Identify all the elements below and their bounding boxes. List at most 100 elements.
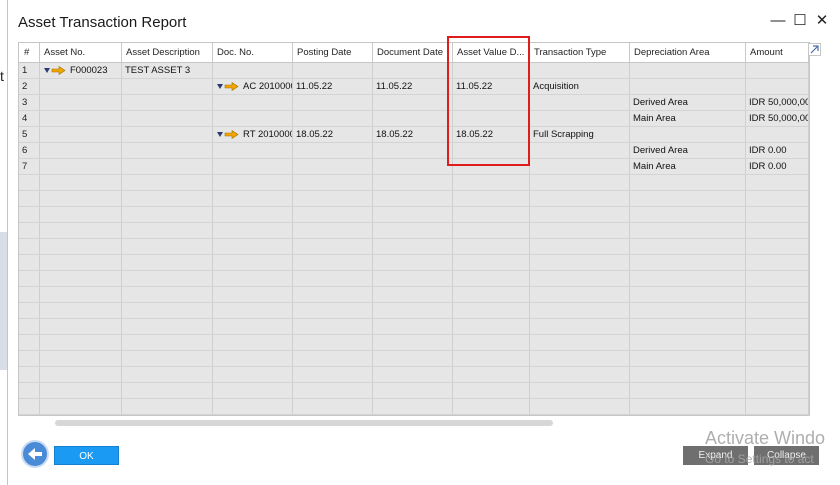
link-arrow-icon[interactable] <box>217 81 239 91</box>
cell-document-date[interactable]: 18.05.22 <box>373 127 453 142</box>
cell-asset-value-date[interactable] <box>453 287 530 302</box>
cell-depreciation-area[interactable] <box>630 367 746 382</box>
cell-amount[interactable] <box>746 367 809 382</box>
cell-asset-desc[interactable] <box>122 287 213 302</box>
table-row[interactable] <box>19 351 809 367</box>
cell-asset-desc[interactable] <box>122 159 213 174</box>
cell-asset-desc[interactable] <box>122 95 213 110</box>
cell-doc-no[interactable] <box>213 287 293 302</box>
cell-asset-desc[interactable] <box>122 79 213 94</box>
cell-amount[interactable] <box>746 223 809 238</box>
cell-asset-no[interactable] <box>40 351 122 366</box>
cell-asset-no[interactable] <box>40 239 122 254</box>
cell-asset-no[interactable] <box>40 319 122 334</box>
cell-amount[interactable] <box>746 63 809 78</box>
cell-doc-no[interactable] <box>213 143 293 158</box>
cell-doc-no[interactable] <box>213 111 293 126</box>
cell-asset-desc[interactable] <box>122 271 213 286</box>
cell-transaction-type[interactable] <box>530 95 630 110</box>
table-row[interactable]: 5 RT 2010000 18.05.22 18.05.22 18.05.22 Full … <box>19 127 809 143</box>
cell-transaction-type[interactable] <box>530 255 630 270</box>
cell-asset-no[interactable] <box>40 383 122 398</box>
cell-asset-no[interactable] <box>40 111 122 126</box>
cell-transaction-type[interactable] <box>530 383 630 398</box>
cell-doc-no[interactable] <box>213 383 293 398</box>
cell-asset-desc[interactable] <box>122 175 213 190</box>
cell-doc-no[interactable] <box>213 303 293 318</box>
table-row[interactable] <box>19 175 809 191</box>
cell-asset-no[interactable] <box>40 191 122 206</box>
table-row[interactable] <box>19 383 809 399</box>
cell-asset-value-date[interactable] <box>453 191 530 206</box>
cell-depreciation-area[interactable] <box>630 383 746 398</box>
cell-depreciation-area[interactable] <box>630 399 746 414</box>
cell-amount[interactable]: IDR 50,000,000 <box>746 95 809 110</box>
cell-amount[interactable] <box>746 399 809 414</box>
cell-depreciation-area[interactable] <box>630 271 746 286</box>
header-col-posting-date[interactable]: Posting Date <box>293 43 373 62</box>
cell-posting-date[interactable] <box>293 367 373 382</box>
ok-button[interactable]: OK <box>54 446 119 465</box>
cell-transaction-type[interactable]: Acquisition <box>530 79 630 94</box>
cell-asset-desc[interactable] <box>122 383 213 398</box>
cell-transaction-type[interactable] <box>530 399 630 414</box>
cell-posting-date[interactable]: 11.05.22 <box>293 79 373 94</box>
table-row[interactable]: 2 AC 2010000 11.05.22 11.05.22 11.05.22 Acqui… <box>19 79 809 95</box>
table-row[interactable] <box>19 303 809 319</box>
cell-asset-value-date[interactable] <box>453 175 530 190</box>
cell-transaction-type[interactable] <box>530 143 630 158</box>
maximize-button[interactable]: ☐ <box>792 12 808 30</box>
cell-asset-no[interactable] <box>40 287 122 302</box>
cell-transaction-type[interactable] <box>530 191 630 206</box>
cell-depreciation-area[interactable]: Derived Area <box>630 95 746 110</box>
cell-transaction-type[interactable] <box>530 335 630 350</box>
cell-doc-no[interactable] <box>213 95 293 110</box>
cell-transaction-type[interactable] <box>530 159 630 174</box>
cell-asset-no[interactable] <box>40 399 122 414</box>
cell-amount[interactable]: IDR 0.00 <box>746 159 809 174</box>
cell-asset-value-date[interactable] <box>453 207 530 222</box>
cell-transaction-type[interactable] <box>530 111 630 126</box>
cell-asset-desc[interactable] <box>122 223 213 238</box>
table-row[interactable]: 4 Main Area IDR 50,000,000 <box>19 111 809 127</box>
table-row[interactable]: 6 Derived Area IDR 0.00 <box>19 143 809 159</box>
cell-document-date[interactable] <box>373 191 453 206</box>
header-col-transaction-type[interactable]: Transaction Type <box>530 43 630 62</box>
cell-posting-date[interactable]: 18.05.22 <box>293 127 373 142</box>
cell-doc-no[interactable] <box>213 351 293 366</box>
cell-depreciation-area[interactable] <box>630 303 746 318</box>
cell-asset-desc[interactable] <box>122 239 213 254</box>
cell-document-date[interactable] <box>373 223 453 238</box>
cell-transaction-type[interactable] <box>530 207 630 222</box>
table-row[interactable]: 7 Main Area IDR 0.00 <box>19 159 809 175</box>
cell-posting-date[interactable] <box>293 223 373 238</box>
close-button[interactable]: ✕ <box>814 12 830 30</box>
cell-asset-no[interactable] <box>40 271 122 286</box>
cell-doc-no[interactable] <box>213 223 293 238</box>
cell-asset-value-date[interactable] <box>453 367 530 382</box>
cell-asset-no[interactable] <box>40 143 122 158</box>
cell-document-date[interactable] <box>373 63 453 78</box>
cell-transaction-type[interactable] <box>530 223 630 238</box>
table-row[interactable] <box>19 191 809 207</box>
cell-transaction-type[interactable]: Full Scrapping <box>530 127 630 142</box>
cell-depreciation-area[interactable] <box>630 79 746 94</box>
cell-depreciation-area[interactable] <box>630 223 746 238</box>
cell-asset-no[interactable] <box>40 127 122 142</box>
cell-asset-value-date[interactable] <box>453 255 530 270</box>
cell-asset-desc[interactable] <box>122 255 213 270</box>
cell-asset-desc[interactable] <box>122 335 213 350</box>
cell-asset-desc[interactable] <box>122 319 213 334</box>
cell-document-date[interactable] <box>373 287 453 302</box>
table-row[interactable] <box>19 271 809 287</box>
minimize-button[interactable]: — <box>770 12 786 30</box>
cell-amount[interactable] <box>746 319 809 334</box>
table-row[interactable] <box>19 207 809 223</box>
cell-doc-no[interactable] <box>213 335 293 350</box>
cell-transaction-type[interactable] <box>530 271 630 286</box>
cell-document-date[interactable] <box>373 175 453 190</box>
table-row[interactable]: 1 F000023 TEST ASSET 3 <box>19 63 809 79</box>
cell-document-date[interactable] <box>373 159 453 174</box>
cell-transaction-type[interactable] <box>530 239 630 254</box>
cell-amount[interactable] <box>746 191 809 206</box>
